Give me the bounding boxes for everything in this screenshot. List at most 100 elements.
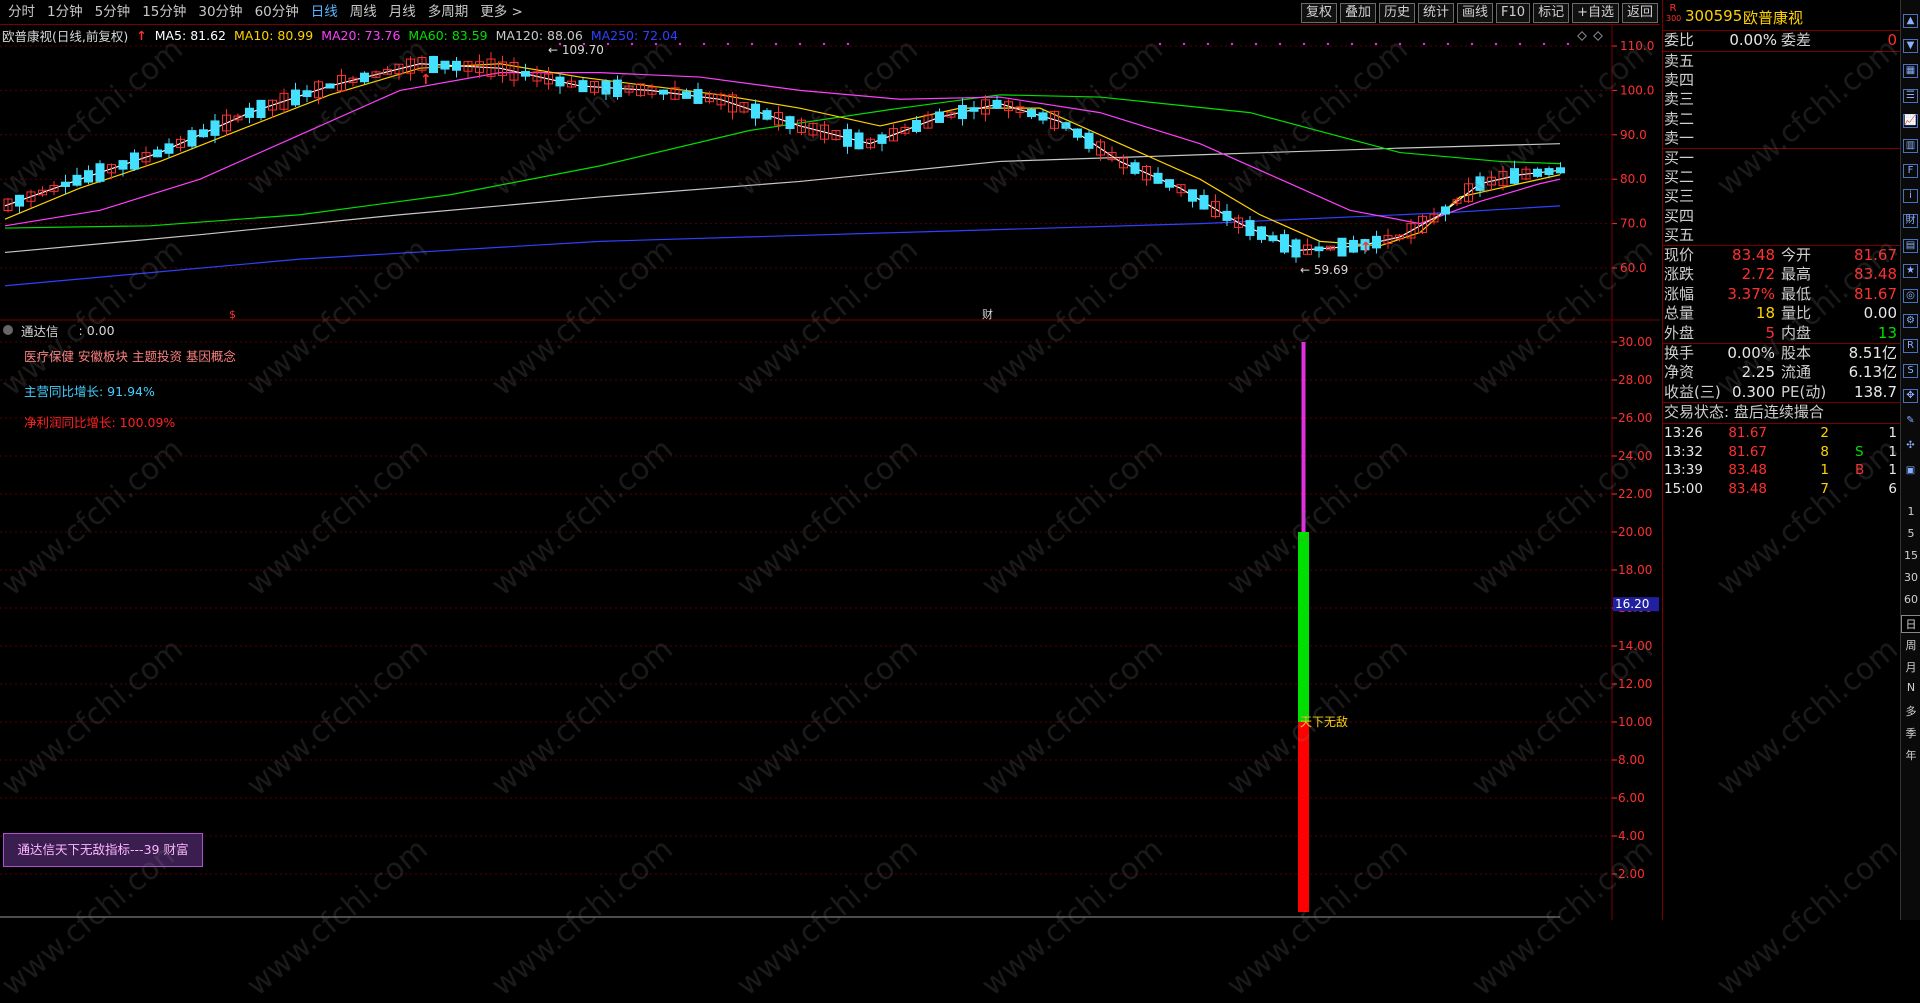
strip-period[interactable]: 5 xyxy=(1901,527,1920,540)
tool-button[interactable]: 历史 xyxy=(1378,3,1415,23)
screen-icon[interactable]: ▣ xyxy=(1903,464,1918,478)
tick-time: 15:00 xyxy=(1664,480,1703,497)
candle-body xyxy=(578,80,588,93)
strip-period[interactable]: 15 xyxy=(1901,549,1920,562)
star-icon[interactable]: ★ xyxy=(1903,264,1918,278)
candle-body xyxy=(1441,206,1450,215)
period-tab[interactable]: 分时 xyxy=(2,0,41,24)
table-icon[interactable]: ▤ xyxy=(1903,239,1918,253)
candle-body xyxy=(1061,122,1071,129)
stat-value: 81.67 xyxy=(1854,246,1897,264)
indicator-axis-label: 10.00 xyxy=(1618,715,1652,729)
signal-dot xyxy=(726,42,730,46)
weicha-label: 委差 xyxy=(1781,31,1812,49)
signal-dot xyxy=(846,42,850,46)
indicator-menu-icon[interactable] xyxy=(3,325,13,335)
period-tab[interactable]: 更多 > xyxy=(474,0,529,24)
indicator-header: 通达信 : 0.00 xyxy=(0,321,115,340)
indicator-axis-label: 30.00 xyxy=(1618,335,1652,349)
strip-period[interactable]: 60 xyxy=(1901,593,1920,606)
price-axis-label: 60.0 xyxy=(1620,261,1647,275)
candle-body xyxy=(1153,172,1163,184)
strip-period[interactable]: 季 xyxy=(1901,725,1920,741)
strip-period[interactable]: 日 xyxy=(1901,615,1920,633)
strip-period[interactable]: 多 xyxy=(1901,703,1920,719)
strip-period[interactable]: 月 xyxy=(1901,659,1920,675)
ma-label: MA20: 73.76 xyxy=(321,27,401,43)
strip-period[interactable]: 年 xyxy=(1901,747,1920,763)
tool-button[interactable]: 统计 xyxy=(1418,3,1455,23)
strip-period[interactable]: N xyxy=(1901,681,1920,694)
indicator-axis-label: 8.00 xyxy=(1618,753,1645,767)
up-arrow-icon[interactable]: ▲ xyxy=(1903,14,1918,28)
stat-value: 0.00 xyxy=(1863,304,1897,323)
webi-label: 委比 xyxy=(1664,31,1695,49)
info-icon[interactable]: i xyxy=(1903,189,1918,203)
period-tab[interactable]: 月线 xyxy=(383,0,422,24)
s-icon[interactable]: S xyxy=(1903,364,1918,378)
tool-button[interactable]: 返回 xyxy=(1621,3,1658,23)
fund-icon[interactable]: F xyxy=(1903,164,1918,178)
ma-label: MA10: 80.99 xyxy=(233,27,314,43)
period-tab[interactable]: 15分钟 xyxy=(136,0,192,24)
list-icon[interactable]: ☰ xyxy=(1903,89,1918,103)
gear-icon[interactable]: ⚙ xyxy=(1903,314,1918,328)
signal-dot xyxy=(1446,42,1450,46)
period-tab[interactable]: 60分钟 xyxy=(249,0,305,24)
price-axis-label: 70.0 xyxy=(1620,217,1647,231)
candle-body xyxy=(130,152,139,170)
fin-icon[interactable]: 財 xyxy=(1903,214,1918,228)
period-tab[interactable]: 周线 xyxy=(344,0,383,24)
rsi-icon[interactable]: R xyxy=(1903,339,1918,353)
signal-dot xyxy=(1278,42,1282,46)
pan-icon[interactable]: ✣ xyxy=(1903,439,1918,453)
price-axis-label: 80.0 xyxy=(1620,172,1647,186)
tool-button[interactable]: 标记 xyxy=(1533,3,1570,23)
tool-button[interactable]: F10 xyxy=(1496,3,1531,23)
period-tab[interactable]: 多周期 xyxy=(422,0,475,24)
indicator-axis-label: 22.00 xyxy=(1618,487,1652,501)
tool-button[interactable]: 叠加 xyxy=(1339,3,1376,23)
chart-icon[interactable]: 📈 xyxy=(1903,114,1918,128)
fundamental-label: 流通 xyxy=(1781,363,1812,382)
crosshair-icon[interactable]: ✥ xyxy=(1903,389,1918,403)
grid-icon[interactable]: ▦ xyxy=(1903,64,1918,78)
tick-row: 13:32 81.67 8 S 1 xyxy=(1663,443,1901,462)
period-tab[interactable]: 1分钟 xyxy=(41,0,89,24)
tool-button[interactable]: +自选 xyxy=(1572,3,1619,23)
stat-label: 量比 xyxy=(1781,304,1812,323)
circle-icon[interactable]: ◎ xyxy=(1903,289,1918,303)
signal-dot xyxy=(750,42,754,46)
period-tab[interactable]: 30分钟 xyxy=(192,0,248,24)
indicator-name[interactable]: 通达信 xyxy=(21,321,59,340)
pen-icon[interactable]: ✎ xyxy=(1903,414,1918,428)
down-arrow-icon[interactable]: ▼ xyxy=(1903,39,1918,53)
price-axis-label: 110.0 xyxy=(1620,39,1654,53)
period-tab[interactable]: 5分钟 xyxy=(89,0,137,24)
candle-body xyxy=(969,107,979,112)
chart-canvas[interactable]: 110.0 100.0 90.0 80.0 70.0 60.0 ← 109.70 ← 59.6… xyxy=(0,24,1660,920)
candle-body xyxy=(302,90,312,97)
candle-body xyxy=(1027,109,1036,118)
signal-dot xyxy=(1350,42,1354,46)
tick-time: 13:39 xyxy=(1664,462,1703,478)
fundamental-label: PE(动) xyxy=(1781,382,1827,401)
candle-body xyxy=(256,99,266,119)
dividend-marker: $ xyxy=(229,308,236,321)
strip-period[interactable]: 30 xyxy=(1901,571,1920,584)
stat-value: 2.72 xyxy=(1741,265,1775,284)
strip-period[interactable]: 1 xyxy=(1901,505,1920,518)
candle-body xyxy=(118,160,128,170)
candle-body xyxy=(72,174,82,186)
sell-level-label: 卖五 xyxy=(1664,52,1695,70)
tool-button[interactable]: 复权 xyxy=(1300,3,1337,23)
tool-button[interactable]: 画线 xyxy=(1457,3,1494,23)
signal-dot xyxy=(1470,42,1474,46)
candle-body xyxy=(521,71,530,77)
strip-period[interactable]: 周 xyxy=(1901,637,1920,653)
period-tab[interactable]: 日线 xyxy=(305,0,344,24)
bars-icon[interactable]: ▥ xyxy=(1903,139,1918,153)
fundamental-label: 股本 xyxy=(1781,344,1812,362)
candle-body xyxy=(1544,168,1554,176)
stat-label: 外盘 xyxy=(1664,323,1695,342)
